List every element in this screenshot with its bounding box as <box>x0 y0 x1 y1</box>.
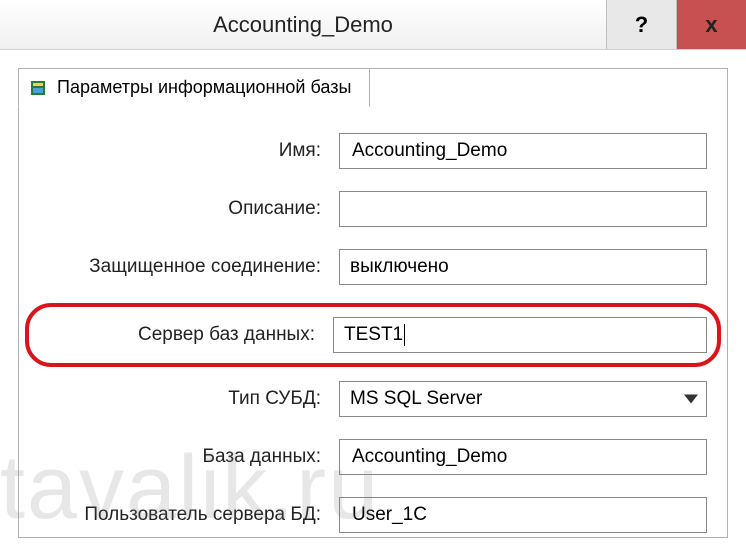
window-title: Accounting_Demo <box>0 12 606 38</box>
tab-info-base-params[interactable]: Параметры информационной базы <box>18 68 370 107</box>
label-description: Описание: <box>39 198 339 220</box>
chevron-down-icon <box>684 395 698 404</box>
row-db-user: Пользователь сервера БД: <box>39 493 707 537</box>
name-field[interactable] <box>350 134 696 168</box>
database-icon <box>29 78 49 98</box>
form-rows: Имя: Описание: Защищенное соединение: вы… <box>39 129 707 537</box>
tab-label: Параметры информационной базы <box>57 77 351 98</box>
row-description: Описание: <box>39 187 707 231</box>
label-db-type: Тип СУБД: <box>39 388 339 410</box>
select-secure[interactable]: выключено <box>339 249 707 285</box>
help-button[interactable]: ? <box>606 0 676 49</box>
dialog-body: Параметры информационной базы Имя: Описа… <box>0 50 746 556</box>
groupbox: Параметры информационной базы Имя: Описа… <box>18 68 728 538</box>
row-secure-connection: Защищенное соединение: выключено <box>39 245 707 289</box>
input-db-name[interactable] <box>339 439 707 475</box>
row-db-server: Сервер баз данных: TEST1 <box>39 313 707 357</box>
select-db-type[interactable]: MS SQL Server <box>339 381 707 417</box>
row-db-type: Тип СУБД: MS SQL Server <box>39 377 707 421</box>
label-db-user: Пользователь сервера БД: <box>39 504 339 526</box>
db-server-value: TEST1 <box>344 324 405 346</box>
row-name: Имя: <box>39 129 707 173</box>
input-description[interactable] <box>339 191 707 227</box>
label-secure: Защищенное соединение: <box>39 256 339 278</box>
input-name[interactable] <box>339 133 707 169</box>
input-db-user[interactable] <box>339 497 707 533</box>
label-db-server: Сервер баз данных: <box>39 324 333 346</box>
db-type-value: MS SQL Server <box>350 388 482 410</box>
db-user-field[interactable] <box>350 498 696 532</box>
db-name-field[interactable] <box>350 440 696 474</box>
titlebar-buttons: ? x <box>606 0 746 49</box>
secure-value: выключено <box>350 256 449 278</box>
description-field[interactable] <box>350 192 696 226</box>
label-name: Имя: <box>39 140 339 162</box>
row-db-name: База данных: <box>39 435 707 479</box>
label-db-name: База данных: <box>39 446 339 468</box>
input-db-server[interactable]: TEST1 <box>333 317 707 353</box>
close-button[interactable]: x <box>676 0 746 49</box>
highlight-db-server: Сервер баз данных: TEST1 <box>25 303 721 367</box>
titlebar: Accounting_Demo ? x <box>0 0 746 50</box>
